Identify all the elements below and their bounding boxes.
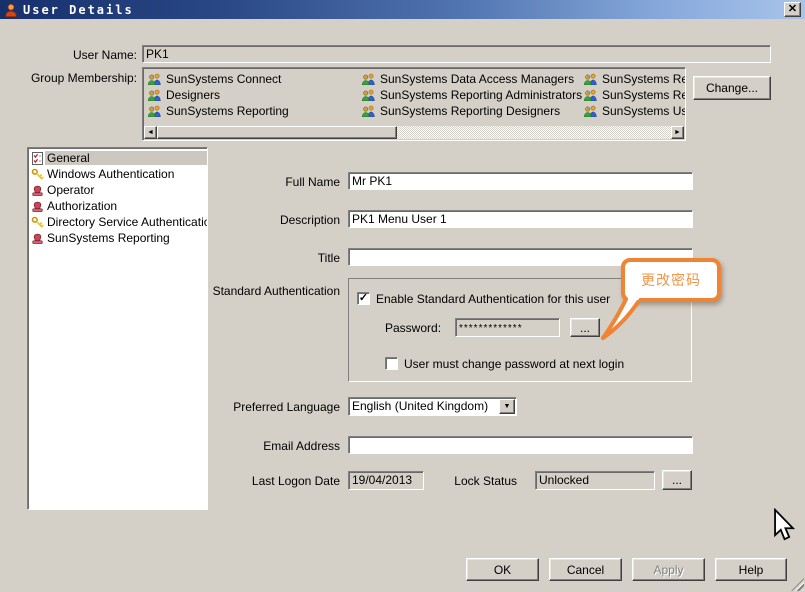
lock-status-field: Unlocked <box>535 471 655 490</box>
keys-icon <box>31 216 45 229</box>
group-membership-list[interactable]: SunSystems Connect Designers SunSystems … <box>142 67 686 141</box>
scroll-left-button[interactable]: ◄ <box>144 126 157 139</box>
nav-item-windows-authentication[interactable]: Windows Authentication <box>28 166 207 182</box>
group-item-label: SunSystems Reporting Designers <box>380 104 560 118</box>
nav-item-directory-service-authentication[interactable]: Directory Service Authentication <box>28 214 207 230</box>
users-group-icon <box>583 89 598 101</box>
group-item-label: SunSystems Reporting <box>166 104 289 118</box>
password-label: Password: <box>385 321 455 335</box>
group-item[interactable]: SunSystems User <box>583 103 686 119</box>
full-name-field[interactable]: Mr PK1 <box>348 172 693 190</box>
change-button[interactable]: Change... <box>693 76 771 100</box>
nav-item-label: Windows Authentication <box>45 167 176 181</box>
scroll-right-button[interactable]: ► <box>671 126 684 139</box>
tasklist-icon <box>31 152 45 165</box>
users-group-icon <box>583 73 598 85</box>
group-item-label: SunSystems Connect <box>166 72 281 86</box>
lock-status-browse-button[interactable]: ... <box>662 470 692 490</box>
nav-item-general[interactable]: General <box>28 150 207 166</box>
last-logon-date-field: 19/04/2013 <box>348 471 424 490</box>
group-item-label: SunSystems User <box>602 104 686 118</box>
nav-item-operator[interactable]: Operator <box>28 182 207 198</box>
callout-text: 更改密码 <box>641 270 701 290</box>
ok-button[interactable]: OK <box>466 558 539 581</box>
nav-item-label: General <box>45 151 207 165</box>
settings-nav-list[interactable]: General Windows Authentication Operator … <box>27 147 208 510</box>
titlebar[interactable]: User Details ✕ <box>0 0 805 19</box>
callout-bubble: 更改密码 <box>621 258 721 302</box>
lock-status-label: Lock Status <box>417 474 517 488</box>
group-item[interactable]: SunSystems Data Access Managers <box>361 71 581 87</box>
stamp-icon <box>31 232 45 245</box>
group-item[interactable]: SunSystems Repo <box>583 87 686 103</box>
standard-authentication-label: Standard Authentication <box>200 284 340 298</box>
nav-item-authorization[interactable]: Authorization <box>28 198 207 214</box>
users-group-icon <box>147 73 162 85</box>
nav-item-label: Authorization <box>45 199 119 213</box>
nav-item-label: Operator <box>45 183 96 197</box>
full-name-label: Full Name <box>200 175 340 189</box>
user-name-field[interactable]: PK1 <box>142 45 771 63</box>
group-item[interactable]: Designers <box>147 87 357 103</box>
nav-item-label: Directory Service Authentication <box>45 215 208 229</box>
help-button[interactable]: Help <box>715 558 787 581</box>
description-label: Description <box>200 213 340 227</box>
user-name-label: User Name: <box>0 48 137 62</box>
users-group-icon <box>147 89 162 101</box>
must-change-password-label: User must change password at next login <box>404 357 684 371</box>
group-item-label: SunSystems Reporting Administrators <box>380 88 582 102</box>
mouse-cursor <box>772 508 796 545</box>
apply-button: Apply <box>632 558 705 581</box>
preferred-language-combo[interactable]: English (United Kingdom) ▼ <box>348 397 517 416</box>
chevron-down-icon[interactable]: ▼ <box>499 399 515 414</box>
resize-grip[interactable] <box>791 578 804 591</box>
cancel-button[interactable]: Cancel <box>549 558 622 581</box>
change-password-button[interactable]: ... <box>570 318 600 337</box>
preferred-language-label: Preferred Language <box>200 400 340 414</box>
window-title: User Details <box>23 3 134 17</box>
users-group-icon <box>361 105 376 117</box>
group-item[interactable]: SunSystems Reporting Administrators <box>361 87 581 103</box>
stamp-icon <box>31 184 45 197</box>
users-group-icon <box>147 105 162 117</box>
description-field[interactable]: PK1 Menu User 1 <box>348 210 693 228</box>
group-item[interactable]: SunSystems Reporting <box>147 103 357 119</box>
users-group-icon <box>361 73 376 85</box>
email-address-label: Email Address <box>200 439 340 453</box>
horizontal-scrollbar[interactable]: ◄ ► <box>144 126 684 139</box>
group-item-label: SunSystems Data Access Managers <box>380 72 574 86</box>
must-change-password-checkbox[interactable] <box>385 357 398 370</box>
nav-item-label: SunSystems Reporting <box>45 231 172 245</box>
enable-standard-auth-checkbox[interactable]: ✓ <box>357 292 370 305</box>
close-button[interactable]: ✕ <box>784 2 801 17</box>
password-field[interactable]: ************* <box>455 318 560 337</box>
callout-tail-pointer <box>598 297 654 346</box>
user-icon <box>4 3 18 17</box>
stamp-icon <box>31 200 45 213</box>
keys-icon <box>31 168 45 181</box>
last-logon-date-label: Last Logon Date <box>200 474 340 488</box>
users-group-icon <box>583 105 598 117</box>
group-membership-label: Group Membership: <box>0 71 137 85</box>
group-item-label: SunSystems Repo <box>602 72 686 86</box>
users-group-icon <box>361 89 376 101</box>
group-item-label: SunSystems Repo <box>602 88 686 102</box>
title-label: Title <box>200 251 340 265</box>
group-item[interactable]: SunSystems Reporting Designers <box>361 103 581 119</box>
nav-item-sunsystems-reporting[interactable]: SunSystems Reporting <box>28 230 207 246</box>
group-item-label: Designers <box>166 88 220 102</box>
email-address-field[interactable] <box>348 436 693 454</box>
group-item[interactable]: SunSystems Repo <box>583 71 686 87</box>
scrollbar-thumb[interactable] <box>157 126 397 139</box>
group-item[interactable]: SunSystems Connect <box>147 71 357 87</box>
user-details-dialog: User Details ✕ User Name: PK1 Group Memb… <box>0 0 805 592</box>
preferred-language-value: English (United Kingdom) <box>352 399 488 413</box>
